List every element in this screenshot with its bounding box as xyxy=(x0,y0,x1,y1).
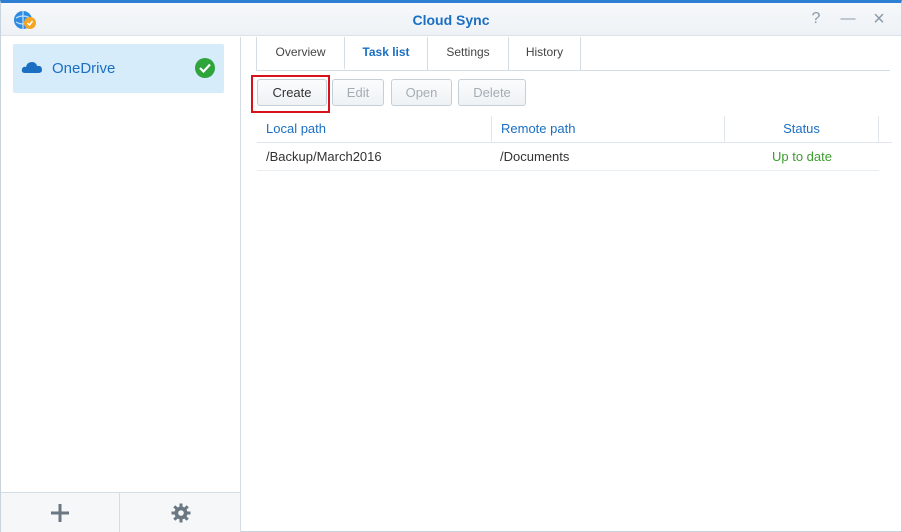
tab-bar: Overview Task list Settings History xyxy=(256,37,890,71)
tab-overview[interactable]: Overview xyxy=(256,37,344,70)
settings-button[interactable] xyxy=(121,493,240,532)
onedrive-cloud-icon xyxy=(21,59,43,75)
main-panel: Overview Task list Settings History Crea… xyxy=(242,37,901,532)
tab-task-list[interactable]: Task list xyxy=(344,37,427,70)
title-bar[interactable]: Cloud Sync ? — × xyxy=(1,3,901,36)
cell-local-path: /Backup/March2016 xyxy=(266,149,382,164)
column-header-remote-path[interactable]: Remote path xyxy=(492,116,725,142)
edit-button[interactable]: Edit xyxy=(332,79,384,106)
sidebar-footer xyxy=(1,492,240,532)
cell-remote-path: /Documents xyxy=(500,149,570,164)
table-header: Local path Remote path Status xyxy=(257,116,892,143)
cell-status: Up to date xyxy=(772,149,832,164)
column-header-status[interactable]: Status xyxy=(725,116,879,142)
sidebar: OneDrive xyxy=(1,37,241,532)
column-header-local-path[interactable]: Local path xyxy=(257,116,492,142)
gear-icon xyxy=(171,503,190,522)
close-button[interactable]: × xyxy=(870,9,888,29)
check-circle-icon xyxy=(195,58,215,78)
add-account-button[interactable] xyxy=(1,493,120,532)
delete-button[interactable]: Delete xyxy=(458,79,526,106)
table-row[interactable]: /Backup/March2016 /Documents Up to date xyxy=(257,143,879,171)
sidebar-item-label: OneDrive xyxy=(52,60,116,77)
plus-icon xyxy=(51,503,69,522)
open-button[interactable]: Open xyxy=(391,79,452,106)
tab-history[interactable]: History xyxy=(508,37,581,70)
minimize-button[interactable]: — xyxy=(839,10,857,28)
sidebar-item-onedrive[interactable]: OneDrive xyxy=(13,44,224,93)
create-button[interactable]: Create xyxy=(257,79,327,106)
task-table: Local path Remote path Status /Backup/Ma… xyxy=(257,116,892,171)
tab-settings[interactable]: Settings xyxy=(427,37,508,70)
help-button[interactable]: ? xyxy=(807,10,825,28)
window-title: Cloud Sync xyxy=(412,12,490,28)
cloud-sync-window: Cloud Sync ? — × OneDrive Overview Task … xyxy=(0,0,902,532)
